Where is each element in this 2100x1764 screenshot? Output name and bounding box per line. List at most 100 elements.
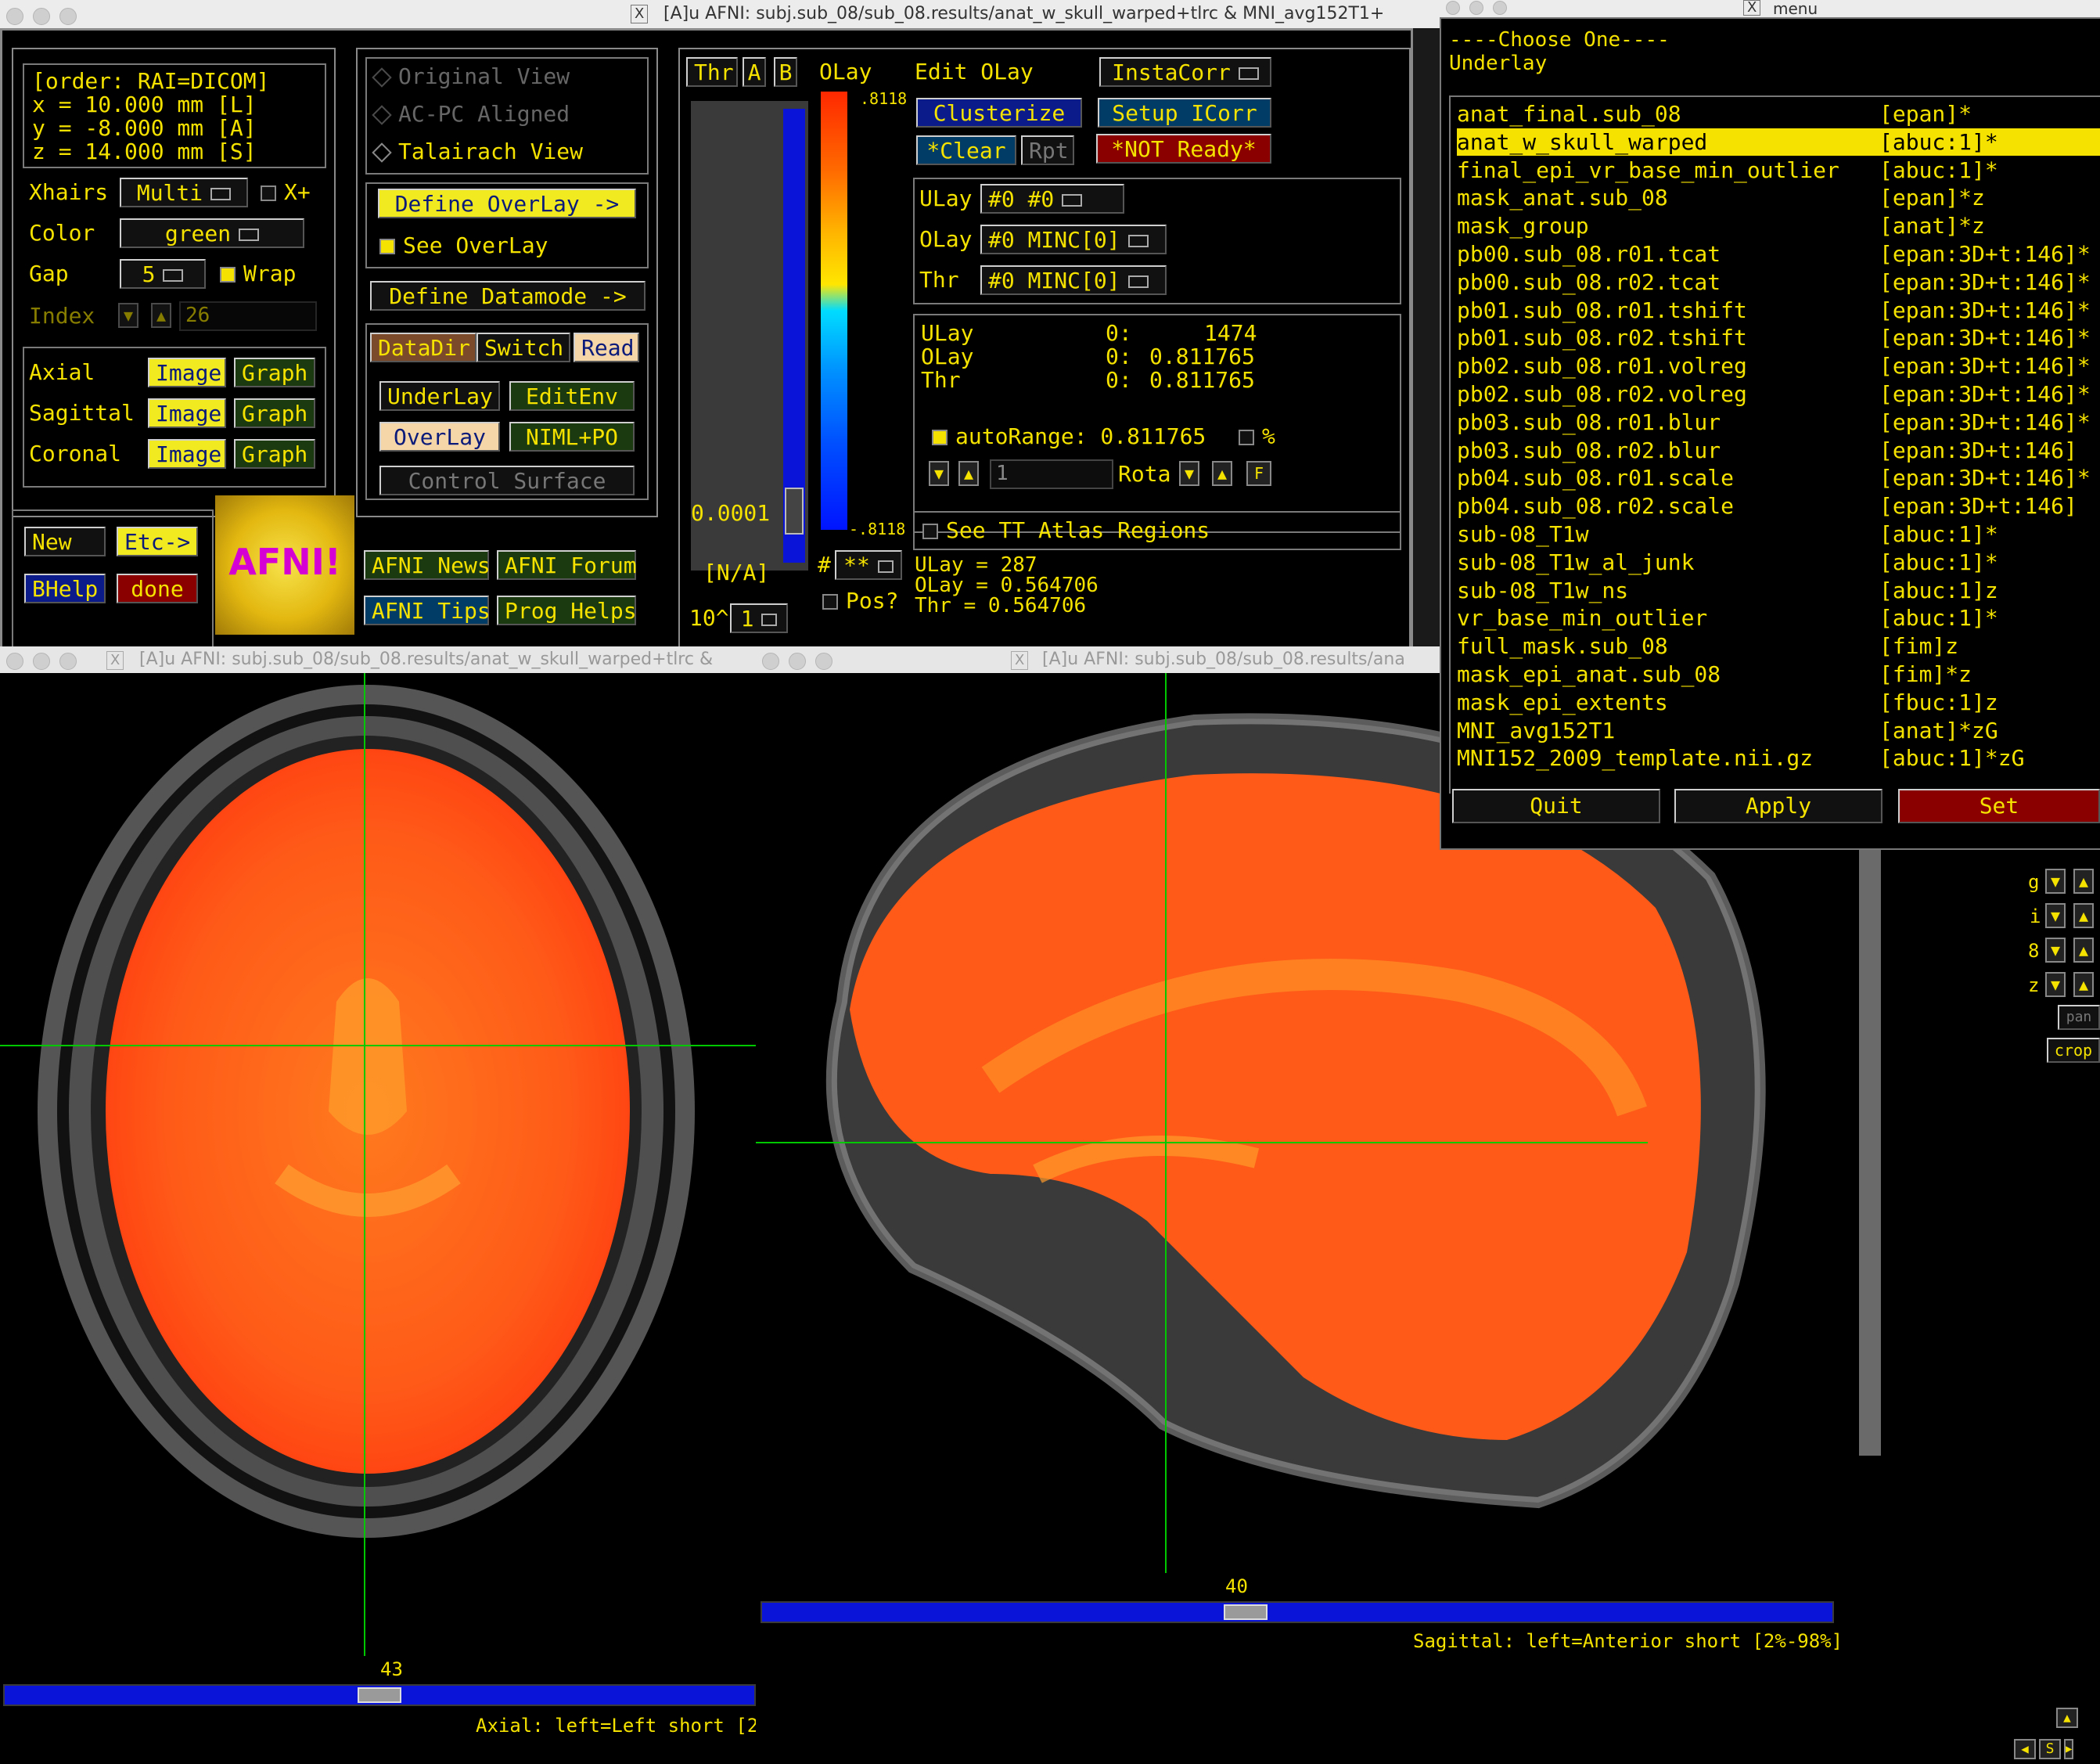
index-field[interactable]: 26 — [179, 301, 317, 331]
close-window-button[interactable] — [762, 653, 779, 670]
window-controls[interactable] — [6, 6, 86, 28]
overlay-button[interactable]: OverLay — [379, 422, 500, 452]
dataset-list-item[interactable]: mask_epi_anat.sub_08 [fim]*z — [1457, 661, 2100, 688]
main-window-titlebar[interactable]: X [A]u AFNI: subj.sub_08/sub_08.results/… — [0, 0, 1440, 28]
index-up-arrow[interactable]: ▲ — [151, 303, 171, 328]
underlay-button[interactable]: UnderLay — [379, 381, 500, 411]
pow-menu[interactable]: 1 — [730, 603, 788, 633]
side-z-down[interactable]: ▼ — [2045, 972, 2066, 997]
axial-brain-image[interactable] — [0, 673, 756, 1656]
sagittal-left-arrow[interactable]: ◀ — [2014, 1739, 2036, 1759]
menu-window-titlebar[interactable]: X menu — [1440, 0, 2100, 17]
dataset-list-item[interactable]: pb04.sub_08.r02.scale [epan:3D+t:146] — [1457, 492, 2100, 520]
define-overlay-button[interactable]: Define OverLay -> — [378, 189, 636, 218]
rota-up-arrow[interactable]: ▲ — [958, 461, 979, 486]
sagittal-right-arrow[interactable]: ▶ — [2064, 1739, 2073, 1759]
axial-image-button[interactable]: Image — [148, 358, 226, 387]
new-button[interactable]: New — [24, 527, 106, 556]
axial-graph-button[interactable]: Graph — [234, 358, 315, 387]
setup-icorr-button[interactable]: Setup ICorr — [1098, 98, 1271, 128]
window-controls[interactable] — [762, 652, 842, 673]
zoom-window-button[interactable] — [815, 653, 832, 670]
see-overlay-toggle[interactable]: See OverLay — [379, 232, 548, 259]
percent-toggle[interactable]: % — [1239, 423, 1275, 450]
sagittal-window-titlebar[interactable]: X [A]u AFNI: subj.sub_08/sub_08.results/… — [756, 646, 1440, 673]
dataset-list-item[interactable]: pb00.sub_08.r02.tcat [epan:3D+t:146]* — [1457, 268, 2100, 296]
side-8-up[interactable]: ▲ — [2073, 938, 2094, 963]
dataset-list-item[interactable]: sub-08_T1w_ns [abuc:1]z — [1457, 577, 2100, 604]
coronal-graph-button[interactable]: Graph — [234, 439, 315, 469]
minimize-window-button[interactable] — [33, 653, 50, 670]
quit-button[interactable]: Quit — [1452, 789, 1660, 823]
dataset-list-item[interactable]: anat_w_skull_warped [abuc:1]* — [1457, 128, 2100, 156]
not-ready-button[interactable]: *NOT Ready* — [1096, 134, 1271, 164]
xhairs-menu[interactable]: Multi — [120, 178, 248, 207]
afni-tips-button[interactable]: AFNI Tips — [364, 596, 491, 625]
index-down-arrow[interactable]: ▼ — [118, 303, 138, 328]
threshold-slider-thumb[interactable] — [785, 488, 804, 535]
dataset-list-item[interactable]: mask_epi_extents [fbuc:1]z — [1457, 689, 2100, 716]
dataset-list-item[interactable]: pb04.sub_08.r01.scale [epan:3D+t:146]* — [1457, 464, 2100, 491]
rota-up-button[interactable]: ▲ — [1212, 461, 1232, 486]
axial-window-titlebar[interactable]: X [A]u AFNI: subj.sub_08/sub_08.results/… — [0, 646, 756, 673]
sagittal-up-arrow[interactable]: ▲ — [2056, 1708, 2078, 1728]
datadir-button[interactable]: DataDir — [370, 333, 476, 362]
talairach-view-radio[interactable]: Talairach View — [372, 139, 583, 165]
clusterize-button[interactable]: Clusterize — [916, 98, 1082, 128]
see-tt-toggle[interactable]: See TT Atlas Regions — [922, 517, 1210, 544]
dataset-list-item[interactable]: MNI152_2009_template.nii.gz [abuc:1]*zG — [1457, 744, 2100, 772]
stars-menu[interactable]: ** — [835, 550, 902, 580]
sagittal-slice-slider[interactable] — [761, 1601, 1834, 1623]
autorange-toggle[interactable]: autoRange: 0.811765 — [932, 423, 1206, 450]
done-button[interactable]: done — [117, 574, 198, 603]
axial-slider-thumb[interactable] — [358, 1687, 401, 1703]
zoom-window-button[interactable] — [59, 653, 77, 670]
side-i-up[interactable]: ▲ — [2073, 903, 2094, 928]
minimize-window-button[interactable] — [789, 653, 806, 670]
rota-down-arrow[interactable]: ▼ — [929, 461, 949, 486]
dataset-list-item[interactable]: pb02.sub_08.r02.volreg [epan:3D+t:146]* — [1457, 380, 2100, 408]
dataset-list-item[interactable]: pb00.sub_08.r01.tcat [epan:3D+t:146]* — [1457, 240, 2100, 268]
dataset-list-item[interactable]: mask_anat.sub_08 [epan]*z — [1457, 184, 2100, 211]
dataset-list-item[interactable]: MNI_avg152T1 [anat]*zG — [1457, 717, 2100, 744]
rota-down-button[interactable]: ▼ — [1179, 461, 1199, 486]
overlay-colorbar[interactable] — [821, 92, 847, 530]
edit-olay-label[interactable]: Edit OLay — [915, 59, 1034, 85]
dataset-list-item[interactable]: pb01.sub_08.r02.tshift [epan:3D+t:146]* — [1457, 324, 2100, 351]
bhelp-button[interactable]: BHelp — [24, 574, 106, 603]
f-button[interactable]: F — [1246, 461, 1271, 486]
dataset-list-item[interactable]: pb03.sub_08.r02.blur [epan:3D+t:146] — [1457, 437, 2100, 464]
wrap-toggle[interactable]: Wrap — [220, 261, 296, 287]
coordinate-display[interactable]: [order: RAI=DICOM] x = 10.000 mm [L] y =… — [23, 63, 326, 168]
side-z-up[interactable]: ▲ — [2073, 972, 2094, 997]
switch-button[interactable]: Switch — [476, 333, 570, 362]
zoom-window-button[interactable] — [1493, 1, 1507, 15]
dataset-list-item[interactable]: pb03.sub_08.r01.blur [epan:3D+t:146]* — [1457, 409, 2100, 436]
etc-button[interactable]: Etc-> — [117, 527, 198, 556]
instacorr-menu[interactable]: InstaCorr — [1099, 57, 1271, 87]
dataset-list-item[interactable]: pb01.sub_08.r01.tshift [epan:3D+t:146]* — [1457, 297, 2100, 324]
close-window-button[interactable] — [6, 8, 23, 25]
window-controls[interactable] — [1446, 1, 1516, 17]
clear-button[interactable]: *Clear — [916, 135, 1016, 165]
dataset-list[interactable]: anat_final.sub_08 [epan]* anat_w_skull_war… — [1449, 95, 2100, 794]
minimize-window-button[interactable] — [1469, 1, 1483, 15]
minimize-window-button[interactable] — [33, 8, 50, 25]
window-controls[interactable] — [6, 652, 86, 673]
zoom-window-button[interactable] — [59, 8, 77, 25]
pan-button[interactable]: pan — [2058, 1005, 2100, 1030]
sagittal-image-button[interactable]: Image — [148, 398, 226, 428]
dataset-list-item[interactable]: pb02.sub_08.r01.volreg [epan:3D+t:146]* — [1457, 352, 2100, 380]
dataset-list-item[interactable]: mask_group [anat]*z — [1457, 212, 2100, 239]
b-button[interactable]: B — [774, 57, 797, 87]
pos-toggle[interactable]: Pos? — [822, 588, 898, 614]
xplus-toggle[interactable]: X+ — [261, 179, 311, 206]
rpt-button[interactable]: Rpt — [1021, 135, 1074, 165]
afni-logo[interactable]: AFNI! — [215, 495, 354, 635]
close-window-button[interactable] — [6, 653, 23, 670]
close-window-button[interactable] — [1446, 1, 1460, 15]
dataset-list-item[interactable]: final_epi_vr_base_min_outlier [abuc:1]* — [1457, 157, 2100, 184]
coronal-image-button[interactable]: Image — [148, 439, 226, 469]
sagittal-graph-button[interactable]: Graph — [234, 398, 315, 428]
a-button[interactable]: A — [743, 57, 766, 87]
